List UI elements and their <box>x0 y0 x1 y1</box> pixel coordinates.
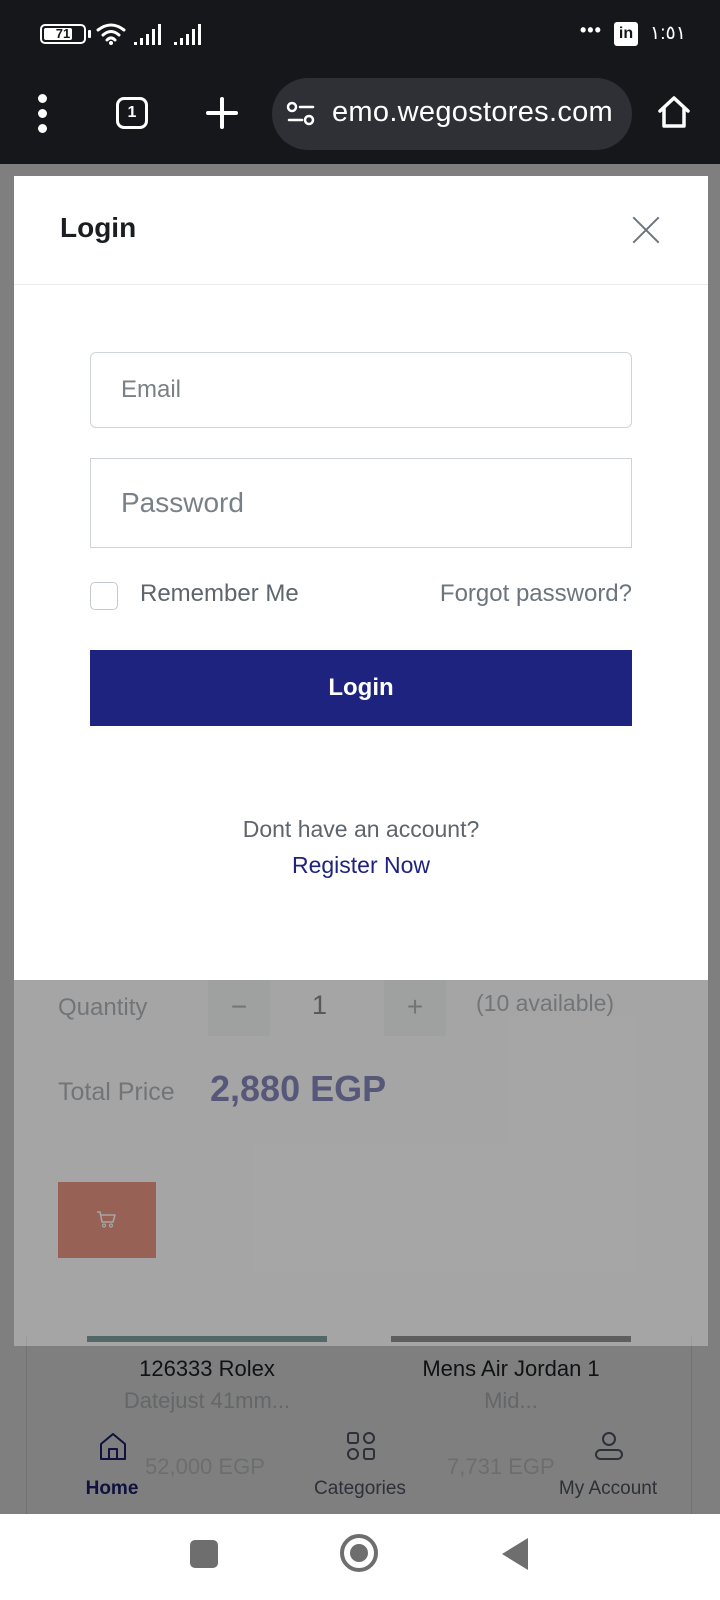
system-navigation-bar <box>0 1514 720 1600</box>
browser-toolbar: 1 emo.wegostores.com <box>0 68 720 164</box>
home-button-icon[interactable] <box>340 1534 378 1572</box>
tab-switcher-button[interactable]: 1 <box>116 97 148 129</box>
back-icon[interactable] <box>502 1538 528 1570</box>
close-icon[interactable] <box>632 216 660 244</box>
remember-me-checkbox[interactable] <box>90 582 118 610</box>
recent-apps-icon[interactable] <box>190 1540 218 1568</box>
register-now-link[interactable]: Register Now <box>14 852 708 879</box>
battery-icon: 71 <box>40 24 86 44</box>
clock: ١:٥١ <box>650 23 686 44</box>
login-modal: Login Remember Me Forgot password? Login… <box>14 176 708 980</box>
address-bar[interactable]: emo.wegostores.com <box>272 78 632 150</box>
more-notifications-indicator: ••• <box>580 20 602 40</box>
linkedin-icon: in <box>614 22 638 46</box>
battery-percentage: 71 <box>55 26 71 41</box>
battery-nub <box>88 30 91 38</box>
modal-title: Login <box>60 212 137 243</box>
signal-icon <box>134 24 161 45</box>
email-field[interactable] <box>90 352 632 428</box>
signal-icon-sim2 <box>174 24 201 45</box>
site-settings-icon[interactable] <box>286 100 316 128</box>
remember-me-label[interactable]: Remember Me <box>140 580 299 608</box>
modal-body-extension <box>14 980 708 1346</box>
modal-header: Login <box>14 176 708 285</box>
wifi-icon <box>96 23 126 45</box>
no-account-text: Dont have an account? <box>242 816 480 842</box>
password-field[interactable] <box>90 458 632 548</box>
browser-menu-icon[interactable] <box>32 94 54 134</box>
forgot-password-link[interactable]: Forgot password? <box>414 580 632 608</box>
url-text[interactable]: emo.wegostores.com <box>332 96 613 129</box>
login-button[interactable]: Login <box>90 650 632 726</box>
status-bar: 71 ••• in ١:٥١ <box>0 0 720 68</box>
browser-home-icon[interactable] <box>656 94 692 130</box>
new-tab-icon[interactable] <box>206 97 238 129</box>
